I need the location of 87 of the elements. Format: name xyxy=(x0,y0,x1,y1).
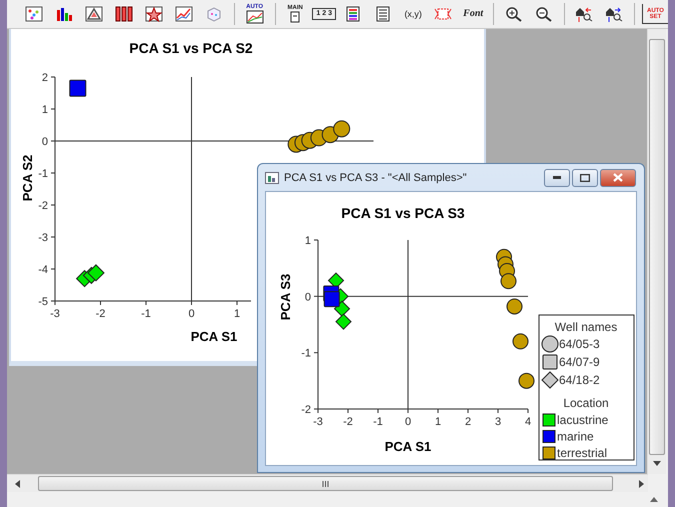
axis-tick-label: 0 xyxy=(42,136,48,148)
legend-heading: Location xyxy=(563,396,609,410)
zoom-out-icon xyxy=(534,6,553,22)
chart-window-icon xyxy=(265,172,279,184)
diamond-marker xyxy=(335,313,352,330)
axis-tick-label: 0 xyxy=(304,291,311,304)
minimize-icon xyxy=(553,176,561,179)
x-axis-label: PCA S1 xyxy=(384,439,432,454)
chart-title: PCA S1 vs PCA S3 xyxy=(341,205,465,221)
down-arrow-icon xyxy=(653,461,661,466)
scrollbar-thumb[interactable] xyxy=(649,39,665,455)
columns-icon xyxy=(115,6,133,22)
axis-tick-label: -2 xyxy=(38,200,48,212)
up-arrow-icon xyxy=(650,497,658,502)
legend-diamond-marker xyxy=(541,371,559,389)
chart-title: PCA S1 vs PCA S2 xyxy=(129,40,253,56)
circle-marker xyxy=(512,333,528,350)
axis-tick-label: -1 xyxy=(38,168,48,180)
axis-tick-label: 4 xyxy=(524,416,532,428)
y-axis-label: PCA S2 xyxy=(20,154,35,202)
axis-tick-label: -2 xyxy=(96,308,106,320)
axis-tick-label: -1 xyxy=(141,308,151,320)
circle-marker xyxy=(500,273,516,290)
axis-tick-label: 2 xyxy=(464,416,472,428)
legend-circle-marker xyxy=(542,336,558,352)
circle-marker xyxy=(506,298,522,314)
scrollbar-thumb[interactable] xyxy=(38,476,613,491)
vertical-scrollbar[interactable] xyxy=(647,29,666,474)
maximize-icon xyxy=(580,174,590,182)
axis-tick-label: -1 xyxy=(301,348,311,360)
bar-chart-icon xyxy=(55,6,73,22)
legend-label: 64/07-9 xyxy=(559,355,600,369)
axis-tick-label: -3 xyxy=(38,232,48,244)
document-icon xyxy=(289,11,302,23)
y-axis-label: PCA S3 xyxy=(278,274,293,320)
square-marker xyxy=(324,291,340,308)
axis-tick-label: 3 xyxy=(494,416,502,428)
diamond-marker xyxy=(328,272,344,289)
axis-tick-label: 0 xyxy=(404,416,412,428)
legend-label: marine xyxy=(557,430,594,444)
axis-tick-label: 1 xyxy=(304,235,311,247)
axis-tick-label: 1 xyxy=(434,416,442,428)
circle-marker xyxy=(518,372,534,389)
axis-tick-label: -3 xyxy=(313,416,323,428)
triangle-chart-icon xyxy=(85,6,103,22)
maximize-button[interactable] xyxy=(572,168,598,186)
axis-tick-label: -2 xyxy=(343,416,353,428)
legend-label: terrestrial xyxy=(557,446,608,460)
cube-plot-icon xyxy=(205,6,223,22)
legend-heading: Well names xyxy=(554,320,618,334)
legend-square-marker xyxy=(542,354,558,370)
left-arrow-icon xyxy=(15,480,20,488)
horizontal-scrollbar[interactable] xyxy=(7,474,648,492)
color-list-icon xyxy=(344,6,362,22)
legend-label: lacustrine xyxy=(557,413,608,427)
axis-tick-label: 1 xyxy=(234,308,240,320)
font-button[interactable]: Font xyxy=(460,2,486,26)
house-magnifier-icon xyxy=(575,6,594,22)
axis-tick-label: -3 xyxy=(50,308,60,320)
x-axis-label: PCA S1 xyxy=(190,329,238,344)
list-icon xyxy=(374,6,392,22)
resize-frame-icon xyxy=(434,6,452,22)
scatter-chart-icon xyxy=(25,6,43,22)
close-icon xyxy=(613,173,623,182)
right-arrow-icon xyxy=(639,480,644,488)
legend-label: 64/18-2 xyxy=(559,373,600,387)
chart-icon xyxy=(246,10,264,24)
minimize-button[interactable] xyxy=(544,168,570,186)
grip-icon xyxy=(322,480,329,486)
axis-tick-label: -2 xyxy=(301,404,311,416)
axis-tick-label: -1 xyxy=(373,416,383,428)
diamond-marker xyxy=(87,264,105,282)
line-chart-icon xyxy=(175,6,193,22)
legend-label: 64/05-3 xyxy=(559,337,600,351)
house-magnifier-icon xyxy=(605,6,624,22)
window-title: PCA S1 vs PCA S3 - "<All Samples>" xyxy=(284,172,468,184)
axis-tick-label: 2 xyxy=(42,72,48,84)
square-marker xyxy=(69,80,86,97)
circle-marker xyxy=(333,120,350,138)
close-button[interactable] xyxy=(600,168,636,186)
axis-tick-label: -4 xyxy=(38,264,48,276)
axis-tick-label: 0 xyxy=(188,308,195,320)
axis-tick-label: -5 xyxy=(38,296,48,308)
axis-tick-label: 1 xyxy=(42,104,48,116)
star-chart-icon xyxy=(145,6,163,22)
zoom-in-icon xyxy=(504,6,523,22)
xy-coordinates-button[interactable]: (x,y) xyxy=(400,2,426,26)
